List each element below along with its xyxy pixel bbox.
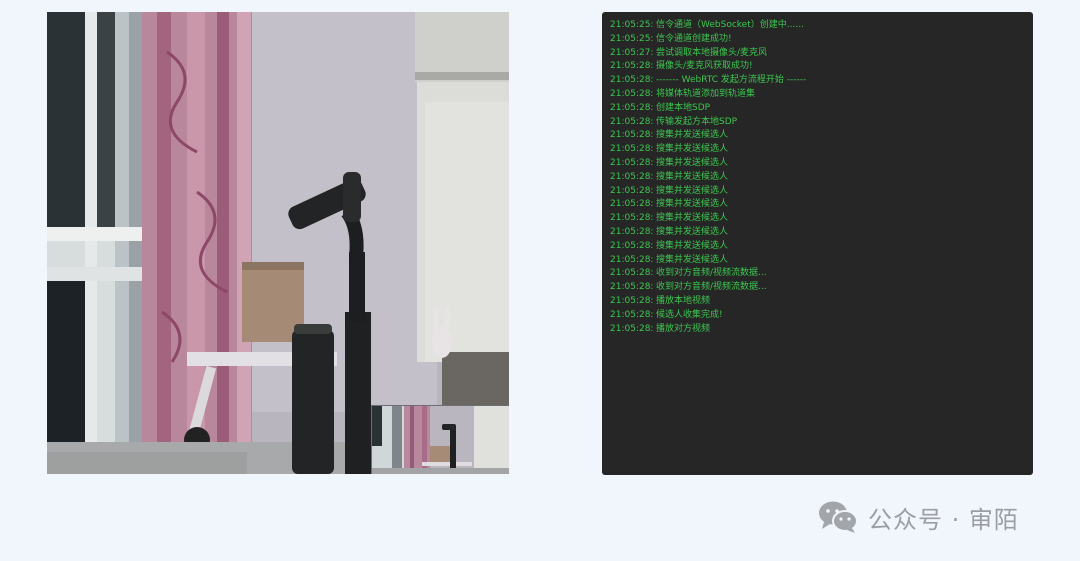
- log-message: 搜集并发送候选人: [656, 213, 729, 224]
- log-line: 21:05:28: 收到对方音频/视频流数据...: [610, 281, 1033, 295]
- log-message: 信令通道创建成功!: [656, 33, 732, 44]
- log-timestamp: 21:05:28:: [610, 157, 654, 168]
- log-line: 21:05:28: ------- WebRTC 发起方流程开始 ------: [610, 74, 1033, 88]
- log-timestamp: 21:05:28:: [610, 226, 654, 237]
- log-line: 21:05:28: 播放本地视频: [610, 295, 1033, 309]
- log-line: 21:05:28: 摄像头/麦克风获取成功!: [610, 60, 1033, 74]
- remote-video[interactable]: [47, 12, 509, 474]
- log-line: 21:05:28: 搜集并发送候选人: [610, 143, 1033, 157]
- log-timestamp: 21:05:25:: [610, 20, 654, 30]
- log-line: 21:05:28: 搜集并发送候选人: [610, 185, 1033, 199]
- log-timestamp: 21:05:28:: [610, 309, 654, 320]
- log-message: 摄像头/麦克风获取成功!: [656, 61, 753, 72]
- log-message: 搜集并发送候选人: [656, 130, 729, 141]
- log-timestamp: 21:05:28:: [610, 240, 654, 251]
- watermark-text: 公众号 · 审陌: [868, 505, 1019, 534]
- log-message: 搜集并发送候选人: [656, 226, 729, 237]
- log-line: 21:05:28: 搜集并发送候选人: [610, 157, 1033, 171]
- log-line: 21:05:28: 搜集并发送候选人: [610, 226, 1033, 240]
- log-message: 传输发起方本地SDP: [656, 116, 738, 127]
- log-timestamp: 21:05:28:: [610, 199, 654, 210]
- log-timestamp: 21:05:28:: [610, 254, 654, 265]
- log-timestamp: 21:05:28:: [610, 268, 654, 279]
- log-timestamp: 21:05:28:: [610, 130, 654, 141]
- log-line: 21:05:28: 搜集并发送候选人: [610, 129, 1033, 143]
- log-timestamp: 21:05:28:: [610, 323, 654, 334]
- log-timestamp: 21:05:25:: [610, 33, 654, 44]
- log-timestamp: 21:05:28:: [610, 75, 654, 86]
- log-timestamp: 21:05:28:: [610, 171, 654, 182]
- log-message: 搜集并发送候选人: [656, 240, 729, 251]
- log-line: 21:05:27: 尝试调取本地摄像头/麦克风: [610, 47, 1033, 61]
- wechat-icon: [818, 500, 858, 534]
- log-timestamp: 21:05:28:: [610, 102, 654, 113]
- log-line: 21:05:28: 搜集并发送候选人: [610, 254, 1033, 268]
- local-video-frame: [372, 406, 509, 474]
- log-message: 播放对方视频: [656, 323, 711, 334]
- log-line: 21:05:28: 收到对方音频/视频流数据...: [610, 267, 1033, 281]
- log-message: ------- WebRTC 发起方流程开始 ------: [656, 75, 807, 86]
- log-timestamp: 21:05:28:: [610, 295, 654, 306]
- log-message: 播放本地视频: [656, 295, 711, 306]
- log-line: 21:05:25: 信令通道创建成功!: [610, 33, 1033, 47]
- log-message: 信令通道（WebSocket）创建中......: [656, 20, 804, 30]
- log-timestamp: 21:05:28:: [610, 61, 654, 72]
- log-message: 搜集并发送候选人: [656, 185, 729, 196]
- log-line: 21:05:28: 候选人收集完成!: [610, 309, 1033, 323]
- log-message: 收到对方音频/视频流数据...: [656, 282, 767, 293]
- log-message: 创建本地SDP: [656, 102, 711, 113]
- log-message: 候选人收集完成!: [656, 309, 723, 320]
- log-line: 21:05:28: 传输发起方本地SDP: [610, 116, 1033, 130]
- watermark: 公众号 · 审陌: [818, 497, 1019, 537]
- log-message: 搜集并发送候选人: [656, 171, 729, 182]
- log-timestamp: 21:05:28:: [610, 282, 654, 293]
- log-line: 21:05:28: 播放对方视频: [610, 323, 1033, 337]
- log-line: 21:05:28: 将媒体轨道添加到轨道集: [610, 88, 1033, 102]
- log-line: 21:05:28: 创建本地SDP: [610, 102, 1033, 116]
- log-timestamp: 21:05:28:: [610, 144, 654, 155]
- log-message: 搜集并发送候选人: [656, 157, 729, 168]
- log-line: 21:05:28: 搜集并发送候选人: [610, 198, 1033, 212]
- log-timestamp: 21:05:28:: [610, 88, 654, 99]
- log-message: 收到对方音频/视频流数据...: [656, 268, 767, 279]
- log-line: 21:05:28: 搜集并发送候选人: [610, 240, 1033, 254]
- local-video-preview[interactable]: [371, 405, 509, 474]
- log-timestamp: 21:05:27:: [610, 47, 654, 58]
- log-timestamp: 21:05:28:: [610, 116, 654, 127]
- log-message: 搜集并发送候选人: [656, 199, 729, 210]
- log-message: 搜集并发送候选人: [656, 254, 729, 265]
- log-message: 尝试调取本地摄像头/麦克风: [656, 47, 768, 58]
- log-line: 21:05:28: 搜集并发送候选人: [610, 212, 1033, 226]
- log-panel: 21:05:25: 信令通道（WebSocket）创建中...... 21:05:…: [602, 12, 1033, 475]
- log-timestamp: 21:05:28:: [610, 185, 654, 196]
- log-message: 将媒体轨道添加到轨道集: [656, 88, 756, 99]
- log-message: 搜集并发送候选人: [656, 144, 729, 155]
- log-line: 21:05:25: 信令通道（WebSocket）创建中......: [610, 19, 1033, 33]
- log-timestamp: 21:05:28:: [610, 213, 654, 224]
- log-line: 21:05:28: 搜集并发送候选人: [610, 171, 1033, 185]
